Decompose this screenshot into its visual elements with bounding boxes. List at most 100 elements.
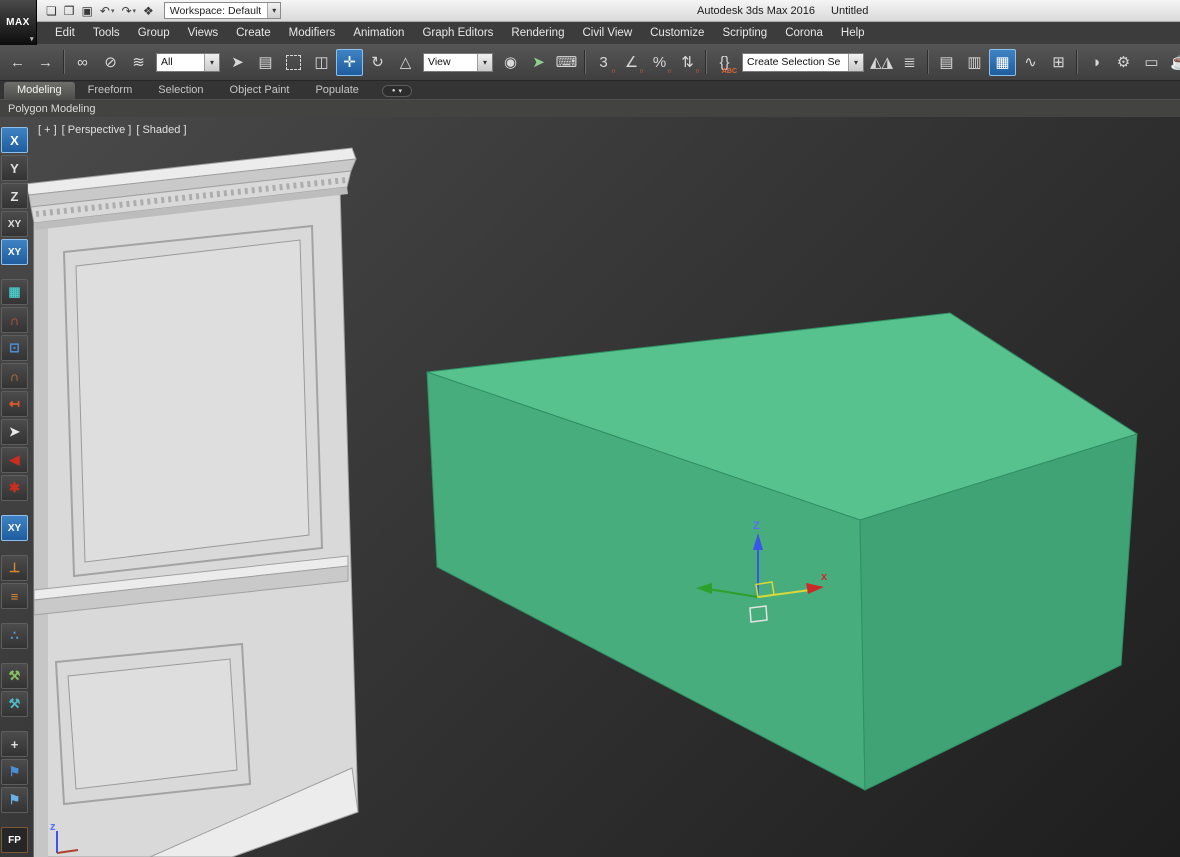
toggle-ribbon-button[interactable]: ▦ xyxy=(989,48,1016,76)
snap-vertex-button[interactable]: ⊡ xyxy=(1,335,28,361)
tool-wrench-green-button[interactable]: ⚒ xyxy=(1,663,28,689)
axis-constraint-button[interactable]: ⊥ xyxy=(1,555,28,581)
polygon-modeling-panel-label[interactable]: Polygon Modeling xyxy=(8,103,95,115)
quick-access-toolbar: ❏ ❒ ▣ ↶ ▾ ↷ ▾ ❖ xyxy=(44,4,156,18)
snaps-toggle-button[interactable]: 3 ∩ xyxy=(590,49,617,76)
select-by-name-button[interactable]: ▤ xyxy=(252,49,279,76)
align-button[interactable]: ≣ xyxy=(896,49,923,76)
menu-item[interactable]: Modifiers xyxy=(280,22,345,44)
curve-editor-button[interactable]: ∿ xyxy=(1017,49,1044,76)
constraint-xy-button[interactable]: XY xyxy=(1,211,28,237)
render-production-button[interactable]: ☕ xyxy=(1166,49,1180,76)
save-file-icon[interactable]: ▣ xyxy=(80,4,95,18)
main-toolbar: ← → ∞ ⊘ ≋ All ▾ ➤ ▤ ◫ ✛ ↻ △ View ▾ ◉ ➤ ⌨… xyxy=(0,44,1180,81)
snap-endpoint-button[interactable]: ↤ xyxy=(1,391,28,417)
constraint-x-button[interactable]: X xyxy=(1,127,28,153)
menu-item[interactable]: Scripting xyxy=(713,22,776,44)
menu-item[interactable]: Corona xyxy=(776,22,832,44)
snaps-grid-button[interactable]: ▦ xyxy=(1,279,28,305)
toggle-scene-explorer-button[interactable]: ▤ xyxy=(933,49,960,76)
rectangular-selection-button[interactable] xyxy=(280,49,307,76)
viewport-scene: Z x z xyxy=(24,147,1139,857)
tab-populate[interactable]: Populate xyxy=(302,82,371,99)
tab-object-paint[interactable]: Object Paint xyxy=(217,82,303,99)
application-menu-button[interactable]: MAX xyxy=(0,0,37,45)
manage-workspace-icon[interactable]: ❖ xyxy=(141,4,156,18)
menu-item[interactable]: Civil View xyxy=(573,22,641,44)
edit-named-selections-button[interactable]: {} ABC xyxy=(711,49,738,76)
viewport-shading-menu[interactable]: [ Shaded ] xyxy=(136,124,186,136)
snap-pivot-button[interactable]: ✱ xyxy=(1,475,28,501)
use-pivot-center-button[interactable]: ◉ xyxy=(497,49,524,76)
snap-marker-button[interactable]: ◀ xyxy=(1,447,28,473)
menu-item[interactable]: Rendering xyxy=(502,22,573,44)
select-and-link-button[interactable]: ∞ xyxy=(69,49,96,76)
viewport-pov-menu[interactable]: [ Perspective ] xyxy=(62,124,132,136)
select-and-manipulate-button[interactable]: ➤ xyxy=(525,49,552,76)
open-file-icon[interactable]: ❒ xyxy=(62,4,77,18)
left-dock-toolbar: X Y Z XY XY ▦ ∩ ⊡ ∩ ↤ ➤ ◀ ✱ XY ⊥ ≡ ∴ ⚒ ⚒… xyxy=(1,127,30,853)
flag-light-button[interactable]: ⚑ xyxy=(1,787,28,813)
wall-object[interactable] xyxy=(24,147,359,857)
menu-item[interactable]: Tools xyxy=(84,22,129,44)
workspace-select[interactable]: Workspace: Default xyxy=(163,2,282,19)
tab-modeling[interactable]: Modeling xyxy=(4,82,75,99)
spinner-snap-button[interactable]: ⇅ ∩ xyxy=(674,49,701,76)
box-object[interactable] xyxy=(426,312,1139,791)
select-and-rotate-button[interactable]: ↻ xyxy=(364,49,391,76)
material-editor-button[interactable]: ◑ xyxy=(1082,49,1109,76)
percent-snap-button[interactable]: % ∩ xyxy=(646,49,673,76)
select-object-button[interactable]: ➤ xyxy=(224,49,251,76)
add-button[interactable]: + xyxy=(1,731,28,757)
named-selection-set-select[interactable]: Create Selection Se xyxy=(742,52,864,72)
toolbar-separator xyxy=(63,50,65,74)
perspective-viewport[interactable]: Z x z [ + ] [ Perspective ] [ Shaded ] xyxy=(0,117,1180,857)
menu-bar: Edit Tools Group Views Create Modifiers … xyxy=(0,22,1180,44)
menu-item[interactable]: Views xyxy=(179,22,227,44)
menu-item[interactable]: Animation xyxy=(344,22,413,44)
menu-item[interactable]: Customize xyxy=(641,22,713,44)
menu-item[interactable]: Edit xyxy=(46,22,84,44)
redo-button[interactable]: → xyxy=(32,49,59,76)
window-crossing-button[interactable]: ◫ xyxy=(308,49,335,76)
tab-selection[interactable]: Selection xyxy=(145,82,216,99)
bind-to-spacewarp-button[interactable]: ≋ xyxy=(125,49,152,76)
angle-snap-button[interactable]: ∠ ∩ xyxy=(618,49,645,76)
toolbar-separator xyxy=(705,50,707,74)
constraint-y-button[interactable]: Y xyxy=(1,155,28,181)
menu-item[interactable]: Create xyxy=(227,22,280,44)
undo-icon[interactable]: ↶ ▾ xyxy=(98,4,117,18)
reference-coordinate-select[interactable]: View xyxy=(423,52,493,72)
snap-angle-button[interactable]: ∩ xyxy=(1,307,28,333)
gizmo-z-label: Z xyxy=(753,520,760,532)
mirror-button[interactable]: ◭◮ xyxy=(868,49,895,76)
undo-button[interactable]: ← xyxy=(4,49,31,76)
rendered-frame-button[interactable]: ▭ xyxy=(1138,49,1165,76)
redo-icon[interactable]: ↷ ▾ xyxy=(119,4,138,18)
menu-item[interactable]: Graph Editors xyxy=(413,22,502,44)
unlink-selection-button[interactable]: ⊘ xyxy=(97,49,124,76)
toggle-layer-explorer-button[interactable]: ▥ xyxy=(961,49,988,76)
grid-tools-button[interactable]: ≡ xyxy=(1,583,28,609)
viewport-general-menu[interactable]: [ + ] xyxy=(38,124,57,136)
render-setup-button[interactable]: ⚙ xyxy=(1110,49,1137,76)
fp-button[interactable]: FP xyxy=(1,827,28,853)
snap-edge-button[interactable]: ∩ xyxy=(1,363,28,389)
menu-item[interactable]: Group xyxy=(129,22,179,44)
plane-xy-button[interactable]: XY xyxy=(1,515,28,541)
selection-filter-select[interactable]: All xyxy=(156,52,220,72)
snap-cursor-button[interactable]: ➤ xyxy=(1,419,28,445)
constraint-z-button[interactable]: Z xyxy=(1,183,28,209)
constraint-xy-active-button[interactable]: XY xyxy=(1,239,28,265)
tool-wrench-teal-button[interactable]: ⚒ xyxy=(1,691,28,717)
schematic-view-button[interactable]: ⊞ xyxy=(1045,49,1072,76)
menu-item[interactable]: Help xyxy=(832,22,874,44)
flag-blue-button[interactable]: ⚑ xyxy=(1,759,28,785)
new-scene-icon[interactable]: ❏ xyxy=(44,4,59,18)
keyboard-override-button[interactable]: ⌨ xyxy=(553,49,580,76)
ribbon-display-toggle[interactable] xyxy=(381,85,412,97)
tab-freeform[interactable]: Freeform xyxy=(75,82,146,99)
select-and-move-button[interactable]: ✛ xyxy=(336,48,363,76)
select-and-scale-button[interactable]: △ xyxy=(392,49,419,76)
dot-pattern-button[interactable]: ∴ xyxy=(1,623,28,649)
